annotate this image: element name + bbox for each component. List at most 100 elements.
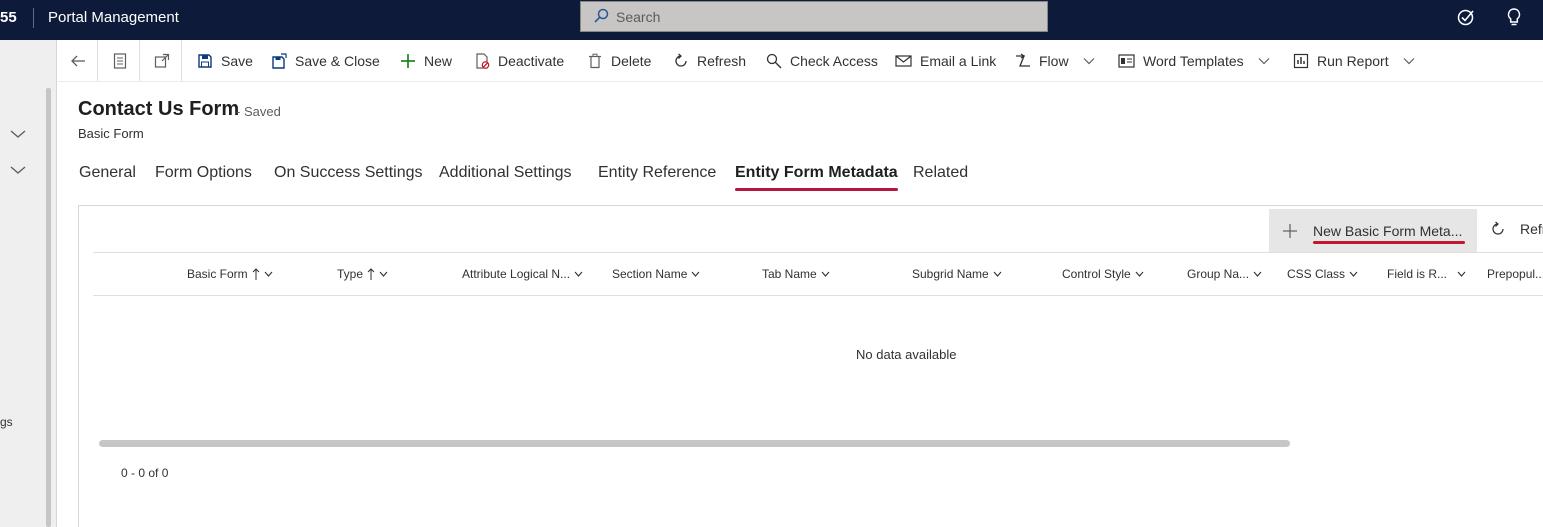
brand-name: 55 [0,9,17,26]
horizontal-scrollbar[interactable] [99,440,1290,447]
tab-entity-form-metadata[interactable]: Entity Form Metadata [735,164,898,191]
command-bar: Save Save & Close New Deactivate Delete [58,40,1543,82]
chevron-down-icon [821,271,830,277]
top-app-bar: 55 Portal Management Search [0,0,1543,40]
task-check-icon[interactable] [1455,6,1477,28]
column-header-attribute-logical-name[interactable]: Attribute Logical N... [462,267,583,281]
tab-additional-settings[interactable]: Additional Settings [439,164,572,182]
flow-label: Flow [1039,53,1069,69]
search-input[interactable]: Search [580,1,1048,32]
chevron-down-icon [1349,271,1358,277]
nav-scrollbar[interactable] [46,88,51,527]
column-header-label: Basic Form [187,267,248,281]
column-header-label: CSS Class [1287,267,1346,281]
word-templates-label: Word Templates [1143,53,1244,69]
refresh-icon [675,53,687,67]
column-header-section-name[interactable]: Section Name [612,267,700,281]
column-header-prepopulate[interactable]: Prepopul... [1487,267,1543,281]
chevron-down-icon[interactable] [9,128,27,140]
column-header-label: Prepopul... [1487,267,1543,281]
chevron-down-icon [574,271,583,277]
back-button[interactable] [58,40,98,81]
new-label: New [424,53,453,69]
search-icon [594,8,609,23]
column-header-group-name[interactable]: Group Na... [1187,267,1262,281]
record-title: Contact Us Form [78,98,240,120]
chevron-down-icon [264,271,273,277]
tab-related[interactable]: Related [913,164,968,182]
nav-item-label[interactable]: gs [0,415,13,429]
plus-icon [1283,223,1297,238]
word-template-icon [1118,54,1135,68]
column-header-control-style[interactable]: Control Style [1062,267,1144,281]
flow-menu-button[interactable]: Flow [1015,50,1095,72]
column-header-label: Type [337,267,364,281]
email-link-label: Email a Link [920,53,997,69]
save-icon [198,54,212,68]
column-header-subgrid-name[interactable]: Subgrid Name [912,267,1002,281]
word-templates-menu-button[interactable]: Word Templates [1118,50,1270,72]
chevron-down-icon [691,271,700,277]
magnifier-icon [766,53,782,69]
deactivate-button[interactable]: Deactivate [474,50,564,72]
record-count: 0 - 0 of 0 [121,466,169,480]
column-header-label: Section Name [612,267,688,281]
subgrid-panel [78,205,1543,527]
save-close-icon [272,53,287,69]
chevron-down-icon [1135,271,1144,277]
chevron-down-icon [1457,271,1466,277]
tab-general[interactable]: General [79,164,136,182]
open-new-window-button[interactable] [142,40,182,81]
plus-icon [401,54,415,68]
pop-out-icon [154,53,169,68]
sort-ascending-icon [367,268,375,280]
refresh-icon [1492,221,1504,235]
search-placeholder: Search [616,9,661,25]
flow-icon [1016,53,1030,67]
annotation-underline [1313,241,1465,244]
chevron-down-icon [1083,58,1094,65]
grid-header-border [93,252,1543,253]
column-header-tab-name[interactable]: Tab Name [762,267,830,281]
form-selector-button[interactable] [100,40,140,81]
brand-divider [33,8,34,28]
tab-form-options[interactable]: Form Options [155,164,252,182]
empty-state-message: No data available [856,347,957,362]
chevron-down-icon [1403,58,1415,65]
new-basic-form-metadata-button[interactable]: New Basic Form Meta... [1269,209,1477,252]
app-title[interactable]: Portal Management [48,9,179,26]
document-icon [113,52,126,69]
column-header-field-is-required[interactable]: Field is R... [1387,267,1466,281]
column-header-css-class[interactable]: CSS Class [1287,267,1358,281]
new-button[interactable]: New [400,50,452,72]
check-access-label: Check Access [790,53,878,69]
save-label: Save [221,53,253,69]
column-header-type[interactable]: Type [337,267,388,281]
arrow-left-icon [70,55,85,66]
chevron-down-icon [1258,58,1270,65]
grid-header-border [93,295,1543,296]
delete-label: Delete [611,53,652,69]
column-header-basic-form[interactable]: Basic Form [187,267,273,281]
check-access-button[interactable]: Check Access [766,50,878,72]
save-button[interactable]: Save [197,50,253,72]
subgrid-refresh-label: Refr [1520,221,1543,237]
column-header-label: Subgrid Name [912,267,989,281]
lightbulb-icon[interactable] [1503,6,1525,28]
subgrid-refresh-button[interactable]: Refr [1490,221,1543,237]
tab-on-success-settings[interactable]: On Success Settings [274,164,423,182]
email-link-button[interactable]: Email a Link [895,50,996,72]
refresh-label: Refresh [697,53,747,69]
refresh-button[interactable]: Refresh [673,50,746,72]
trash-icon [589,53,601,69]
column-header-label: Control Style [1062,267,1131,281]
delete-button[interactable]: Delete [587,50,651,72]
record-save-status: - Saved [236,104,281,119]
chevron-down-icon[interactable] [9,164,27,176]
save-close-label: Save & Close [295,53,380,69]
chevron-down-icon [379,271,388,277]
chevron-down-icon [1253,271,1262,277]
save-and-close-button[interactable]: Save & Close [271,50,380,72]
tab-entity-reference[interactable]: Entity Reference [598,164,716,182]
run-report-menu-button[interactable]: Run Report [1293,50,1415,72]
